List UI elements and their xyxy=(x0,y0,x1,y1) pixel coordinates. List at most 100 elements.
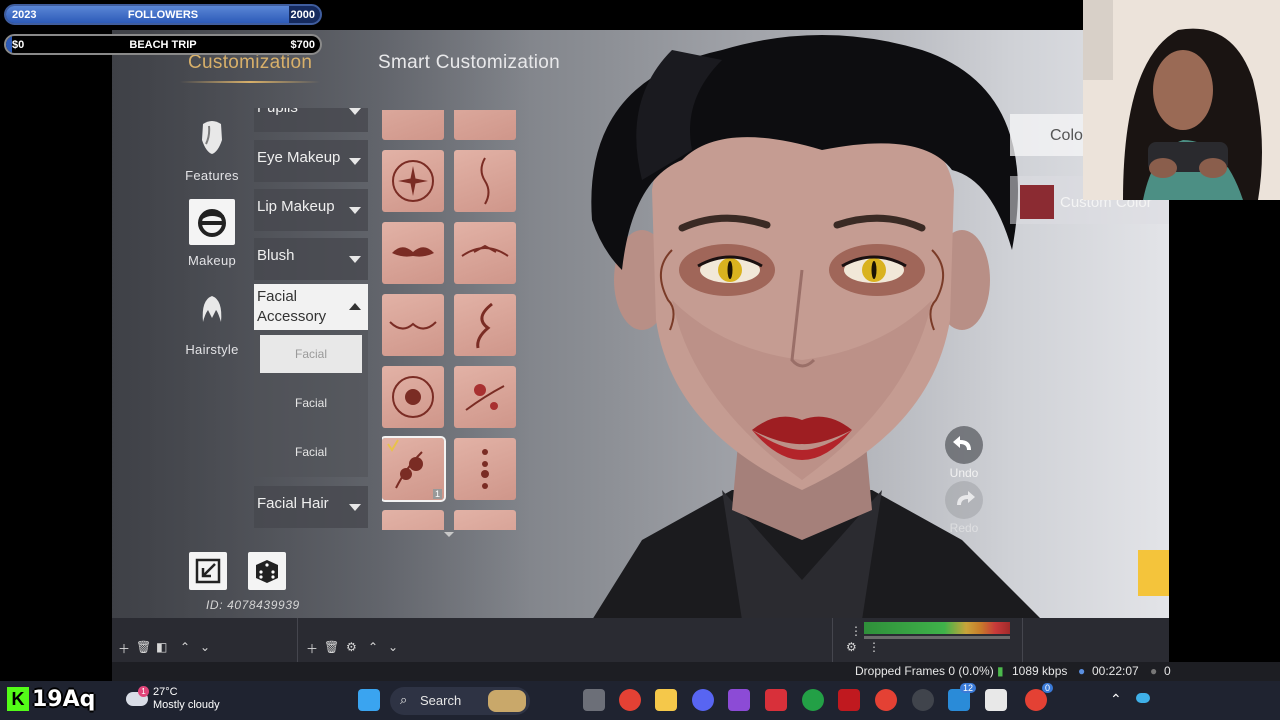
swatch[interactable] xyxy=(382,294,444,356)
swatch-selected[interactable]: 1 xyxy=(382,436,446,502)
chevron-down-icon xyxy=(349,158,361,165)
category-hairstyle[interactable]: Hairstyle xyxy=(172,288,252,357)
redo-label: Redo xyxy=(949,521,979,535)
face-features-icon xyxy=(202,121,222,154)
tab-customization[interactable]: Customization xyxy=(179,52,321,83)
menu-item-facial-hair[interactable]: Facial Hair xyxy=(254,486,368,528)
menu-item-pupils[interactable]: Pupils xyxy=(254,108,368,132)
submenu-facial-2[interactable]: Facial xyxy=(254,379,368,428)
dice-icon xyxy=(256,560,278,583)
ornament-icon xyxy=(392,160,434,202)
tab-smart-customization[interactable]: Smart Customization xyxy=(378,52,560,74)
add-source-icon[interactable]: ＋ xyxy=(306,640,318,657)
swatch[interactable] xyxy=(382,110,444,140)
streaming-app-icon[interactable] xyxy=(728,689,750,711)
swatch[interactable] xyxy=(382,510,444,530)
ornament-icon xyxy=(392,376,434,418)
import-button[interactable] xyxy=(189,552,227,590)
kick-logo-icon: K xyxy=(7,687,29,711)
move-down-icon[interactable]: ⌄ xyxy=(388,640,398,654)
weather-widget[interactable]: 1 27°C Mostly cloudy xyxy=(126,686,220,712)
menu-item-eye-makeup[interactable]: Eye Makeup xyxy=(254,140,368,182)
swatch[interactable] xyxy=(454,438,516,500)
submenu-facial-3-label: Facial xyxy=(294,445,327,459)
move-up-icon[interactable]: ⌃ xyxy=(180,640,190,654)
swatch[interactable] xyxy=(454,222,516,284)
chrome-icon[interactable]: 0 xyxy=(1025,683,1053,711)
chevron-down-icon xyxy=(349,256,361,263)
swatch[interactable] xyxy=(454,366,516,428)
ornament-icon xyxy=(480,157,490,205)
swatch[interactable] xyxy=(382,222,444,284)
acrobat-icon[interactable] xyxy=(838,689,860,711)
weather-temp: 27°C xyxy=(153,686,178,698)
undo-button[interactable]: Undo xyxy=(936,426,992,480)
randomize-button[interactable] xyxy=(248,552,286,590)
ornament-icon xyxy=(392,247,434,257)
menu-item-facial-accessory-label: Facial Accessory xyxy=(257,288,327,325)
discord-icon[interactable] xyxy=(692,689,714,711)
onedrive-icon[interactable] xyxy=(1136,693,1150,703)
redo-icon xyxy=(945,481,983,519)
xbox-icon[interactable] xyxy=(802,689,824,711)
ornament-icon xyxy=(481,449,489,489)
chrome-icon[interactable] xyxy=(619,689,641,711)
swatch[interactable] xyxy=(454,110,516,140)
menu-item-facial-hair-label: Facial Hair xyxy=(257,495,329,512)
mixer-settings-icon[interactable]: ⚙ xyxy=(846,640,857,654)
swatch[interactable] xyxy=(454,150,516,212)
file-explorer-icon[interactable] xyxy=(655,689,677,711)
chevron-down-icon xyxy=(349,108,361,115)
add-scene-icon[interactable]: ＋ xyxy=(118,640,130,657)
menu-item-lip-makeup[interactable]: Lip Makeup xyxy=(254,189,368,231)
windows-start-icon[interactable] xyxy=(358,689,380,711)
redo-button[interactable]: Redo xyxy=(936,481,992,535)
search-highlight-icon xyxy=(488,690,526,712)
swatch[interactable] xyxy=(382,150,444,212)
move-up-icon[interactable]: ⌃ xyxy=(368,640,378,654)
beach-trip-goal-bar: $0 BEACH TRIP $700 xyxy=(4,34,322,55)
move-down-icon[interactable]: ⌄ xyxy=(200,640,210,654)
menu-item-eye-makeup-label: Eye Makeup xyxy=(257,149,341,166)
menu-item-blush[interactable]: Blush xyxy=(254,238,368,280)
swatch[interactable] xyxy=(454,510,516,530)
notion-icon[interactable] xyxy=(985,689,1007,711)
task-view-icon[interactable] xyxy=(583,689,605,711)
more-options-icon[interactable]: ⋮ xyxy=(850,624,862,638)
accessory-swatch-grid: 1 xyxy=(382,110,522,530)
chrome-icon[interactable] xyxy=(875,689,897,711)
remove-scene-icon[interactable]: 🗑 xyxy=(136,640,151,654)
beach-trip-goal-target: $700 xyxy=(290,39,315,51)
category-makeup[interactable]: Makeup xyxy=(172,199,252,268)
obs-icon[interactable] xyxy=(912,689,934,711)
scroll-down-icon[interactable] xyxy=(444,532,454,537)
search-label: Search xyxy=(420,693,462,708)
ornament-icon xyxy=(476,302,493,349)
office-icon[interactable] xyxy=(765,689,787,711)
followers-goal-target: 2000 xyxy=(290,9,315,21)
submenu-facial-1[interactable]: Facial xyxy=(254,330,368,379)
record-icon: ● xyxy=(1150,664,1158,678)
app-icon[interactable]: 12 xyxy=(948,683,976,711)
swatch[interactable] xyxy=(454,294,516,356)
ornament-icon xyxy=(389,321,437,330)
category-features[interactable]: Features xyxy=(172,114,252,183)
remove-source-icon[interactable]: 🗑 xyxy=(324,640,339,654)
screen: Customization Smart Customization Featur… xyxy=(0,0,1280,720)
makeup-menu-list: Pupils Eye Makeup Lip Makeup Blush Facia… xyxy=(254,108,368,528)
submenu-facial-3[interactable]: Facial xyxy=(254,428,368,477)
ornament-icon xyxy=(461,244,509,257)
audio-meter-secondary xyxy=(864,636,1010,639)
notification-badge: 0 xyxy=(1041,683,1053,693)
chevron-up-icon[interactable]: ⌃ xyxy=(1110,691,1122,708)
category-makeup-label: Makeup xyxy=(187,253,237,268)
swatch[interactable] xyxy=(382,366,444,428)
scene-filter-icon[interactable]: ◧ xyxy=(156,640,167,654)
menu-item-facial-accessory[interactable]: Facial Accessory xyxy=(254,284,368,330)
webcam-feed xyxy=(1083,0,1280,200)
gear-icon[interactable]: ⚙ xyxy=(346,640,357,654)
taskbar-search[interactable]: ⌕ Search xyxy=(390,687,530,715)
weather-condition: Mostly cloudy xyxy=(153,699,220,711)
more-options-icon[interactable]: ⋮ xyxy=(868,640,880,654)
confirm-button[interactable] xyxy=(1138,550,1169,596)
